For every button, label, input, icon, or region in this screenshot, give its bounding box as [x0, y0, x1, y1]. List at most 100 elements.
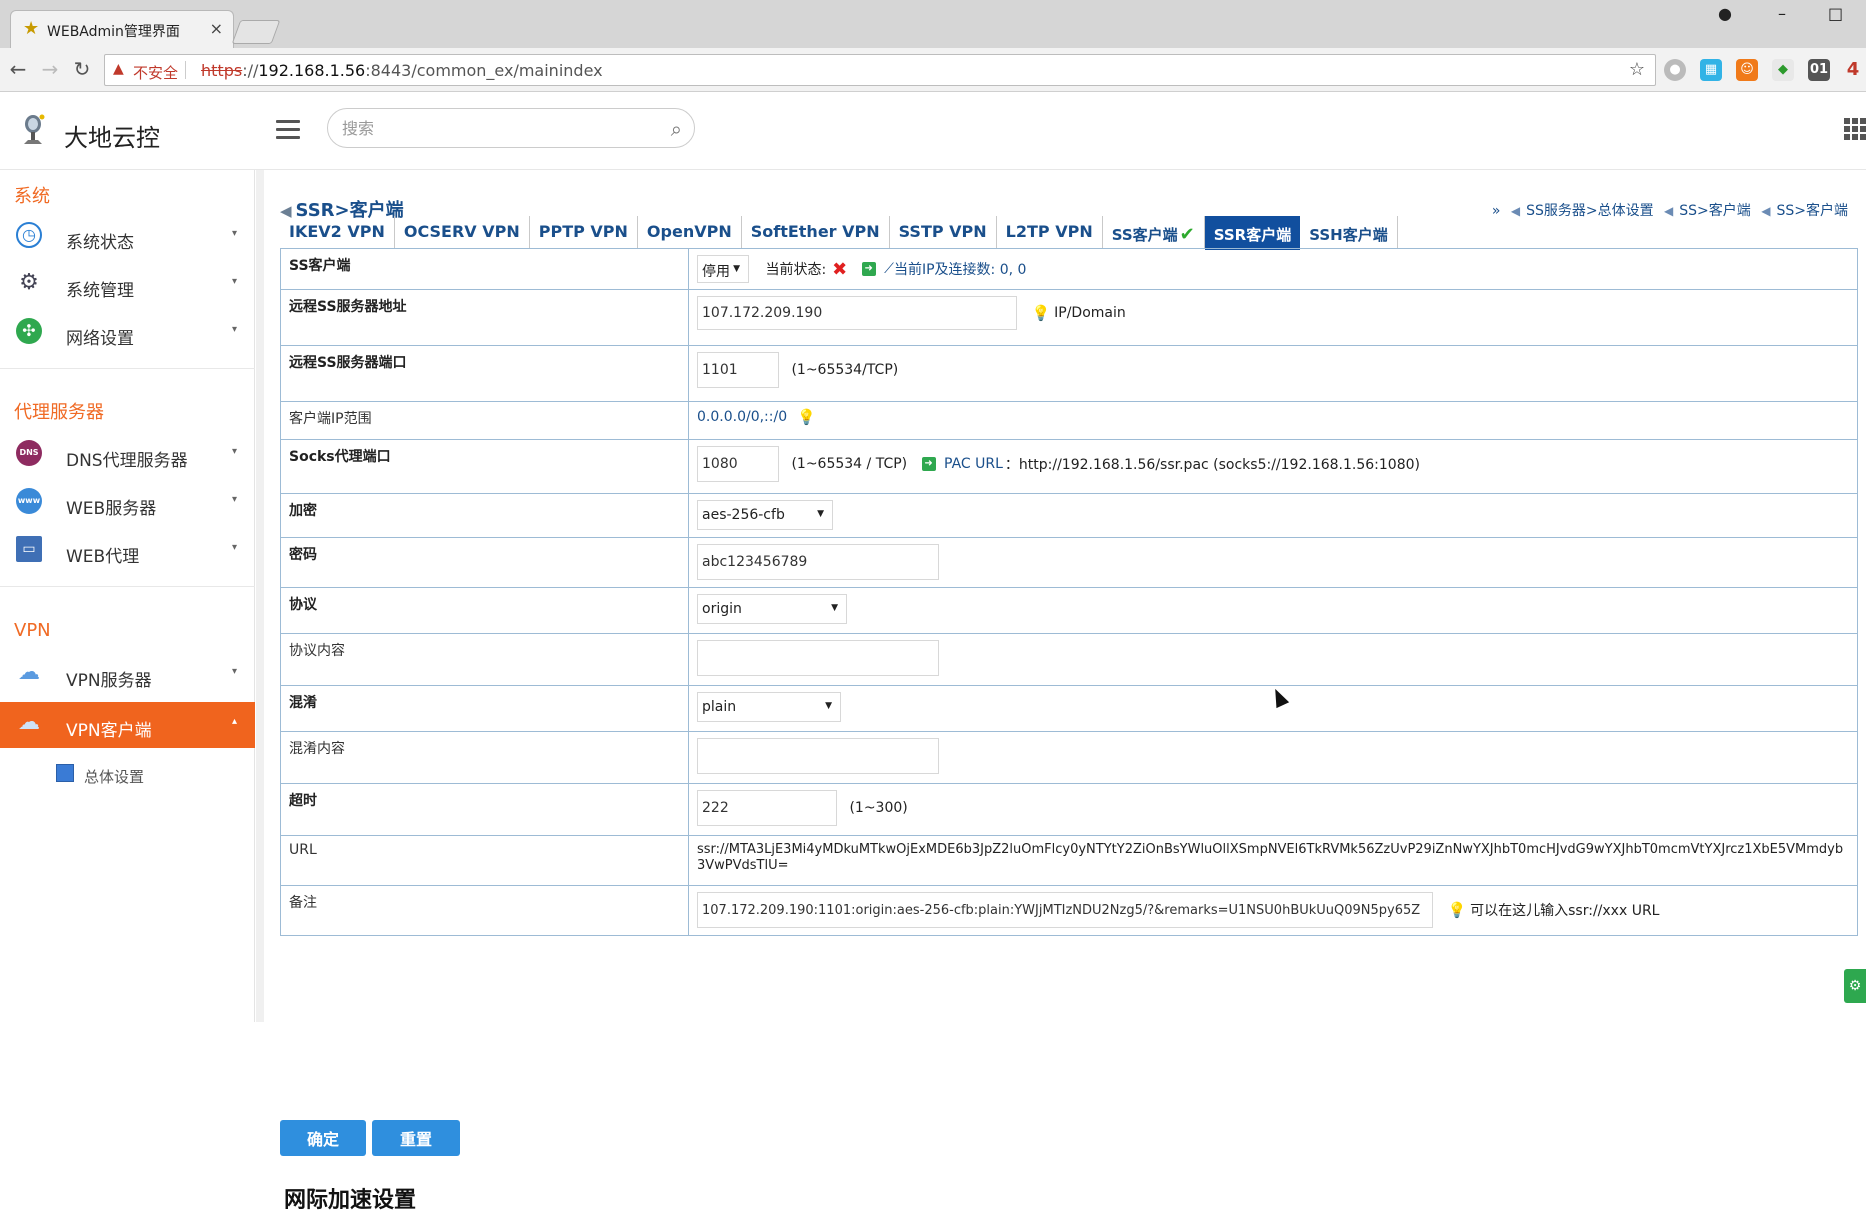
url-text[interactable]: https://192.168.1.56:8443/common_ex/main… [201, 61, 603, 80]
sidebar-item-system-status[interactable]: ◷ 系统状态 ▾ [0, 214, 255, 260]
timeout-input[interactable] [697, 790, 837, 826]
sidebar-section-system: 系统 [14, 186, 50, 207]
pac-url-link[interactable]: PAC URL [944, 456, 1003, 472]
tab-pptp[interactable]: PPTP VPN [530, 216, 638, 248]
settings-gear-icon[interactable]: ⚙ [1844, 969, 1866, 1003]
field-value-cell: (1~300) [688, 783, 1858, 836]
form-row-url: URL ssr://MTA3LjE3Mi4yMDkuMTkwOjExMDE6b3… [280, 835, 1858, 886]
field-value-cell [688, 537, 1858, 588]
dropdown-arrow-icon: ▼ [817, 509, 824, 519]
tab-close-icon[interactable]: × [210, 19, 223, 38]
new-tab-button[interactable] [231, 20, 281, 44]
extension-circle-icon[interactable]: ● [1664, 59, 1686, 81]
tab-ocserv[interactable]: OCSERV VPN [395, 216, 530, 248]
sidebar-item-label: 网络设置 [66, 329, 134, 349]
sidebar-item-system-admin[interactable]: ⚙ 系统管理 ▾ [0, 262, 255, 308]
sidebar-subitem-general-settings[interactable]: 总体设置 [56, 760, 246, 790]
browser-tab[interactable]: ★ WEBAdmin管理界面 × [10, 10, 234, 48]
url-scheme: https [201, 61, 243, 80]
field-value-cell [688, 633, 1858, 686]
quicklinks: » ◀ SS服务器>总体设置 ◀ SS>客户端 ◀ SS>客户端 [1486, 200, 1848, 220]
remote-port-input[interactable] [697, 352, 779, 388]
sidebar-item-vpn-server[interactable]: ☁ VPN服务器 ▾ [0, 652, 255, 698]
dropdown-arrow-icon: ▼ [733, 264, 740, 274]
paper-plane-icon: ◀ [1510, 204, 1521, 218]
sidebar-section-proxy: 代理服务器 [14, 402, 104, 423]
profile-icon[interactable]: ● [1718, 4, 1732, 23]
ss-client-status-select[interactable]: 停用 ▼ [697, 255, 749, 283]
obfs-select[interactable]: plain ▼ [697, 692, 841, 722]
client-ip-range-link[interactable]: 0.0.0.0/0,::/0 [697, 409, 787, 425]
quicklink-ss-client-2[interactable]: SS>客户端 [1776, 203, 1848, 219]
field-value-cell: 💡IP/Domain [688, 289, 1858, 346]
password-input[interactable] [697, 544, 939, 580]
app-header: 大地云控 ⌕ [0, 92, 1866, 170]
tab-ikev2[interactable]: IKEV2 VPN [280, 216, 395, 248]
tab-softether[interactable]: SoftEther VPN [742, 216, 890, 248]
extension-binary-icon[interactable]: 01 [1808, 59, 1830, 81]
chevron-down-icon: ▾ [231, 324, 237, 335]
tab-openvpn[interactable]: OpenVPN [638, 216, 742, 248]
select-value: 停用 [702, 264, 730, 280]
green-arrow-icon[interactable]: ➜ [921, 457, 936, 471]
green-arrow-icon[interactable]: ➜ [861, 262, 876, 276]
quicklink-ss-server[interactable]: SS服务器>总体设置 [1526, 203, 1654, 219]
tab-ss-client-label: SS客户端 [1111, 226, 1178, 244]
lightbulb-icon: 💡 [797, 408, 816, 426]
field-label: 加密 [280, 493, 689, 538]
satellite-logo-icon [24, 114, 45, 144]
maximize-icon[interactable]: □ [1828, 4, 1843, 23]
insecure-label[interactable]: 不安全 [133, 62, 178, 83]
confirm-button[interactable]: 确定 [280, 1120, 366, 1156]
paper-plane-icon: ◀ [1761, 204, 1771, 218]
tab-ssh-client[interactable]: SSH客户端 [1300, 216, 1398, 248]
extension-diamond-icon[interactable]: ◆ [1772, 59, 1794, 81]
remote-address-input[interactable] [697, 296, 1017, 330]
reload-icon[interactable]: ↻ [70, 57, 94, 81]
pac-url-value: ：http://192.168.1.56/ssr.pac (socks5://1… [1004, 457, 1420, 473]
sidebar-item-vpn-client[interactable]: ☁ VPN客户端 ▴ [0, 702, 255, 748]
form-row-obfs: 混淆 plain ▼ [280, 685, 1858, 732]
extension-four-icon[interactable]: 4 [1842, 59, 1864, 81]
form-row-remark: 备注 💡可以在这儿输入ssr://xxx URL [280, 885, 1858, 936]
tab-ssr-client[interactable]: SSR客户端 [1204, 216, 1301, 250]
reset-button[interactable]: 重置 [372, 1120, 460, 1156]
main-content: ◀ SSR>客户端 » ◀ SS服务器>总体设置 ◀ SS>客户端 ◀ SS>客户端 I… [256, 170, 1866, 1213]
form-row-remote-port: 远程SS服务器端口 (1~65534/TCP) [280, 345, 1858, 402]
apps-grid-icon[interactable] [1844, 118, 1866, 140]
chevron-up-icon: ▴ [231, 716, 237, 727]
current-state-label: 当前状态: [765, 262, 827, 278]
sidebar-item-web-server[interactable]: www WEB服务器 ▾ [0, 480, 255, 526]
protocol-param-input[interactable] [697, 640, 939, 676]
ip-connections-link[interactable]: 当前IP及连接数: 0, 0 [894, 262, 1026, 278]
form-row-encryption: 加密 aes-256-cfb ▼ [280, 493, 1858, 538]
search-input[interactable] [342, 117, 642, 139]
encryption-select[interactable]: aes-256-cfb ▼ [697, 500, 833, 530]
tab-sstp[interactable]: SSTP VPN [890, 216, 997, 248]
minimize-icon[interactable]: – [1778, 4, 1786, 23]
bookmark-star-icon[interactable]: ☆ [1629, 59, 1645, 80]
tab-ss-client[interactable]: SS客户端 ✔ [1103, 216, 1205, 248]
search-icon[interactable]: ⌕ [671, 117, 682, 141]
browser-tab-title: WEBAdmin管理界面 [47, 24, 180, 40]
select-value: origin [702, 601, 742, 617]
obfs-param-input[interactable] [697, 738, 939, 774]
remark-input[interactable] [697, 892, 1433, 928]
quicklink-ss-client[interactable]: SS>客户端 [1679, 203, 1751, 219]
back-arrow-icon[interactable]: ← [6, 57, 30, 81]
protocol-select[interactable]: origin ▼ [697, 594, 847, 624]
tab-l2tp[interactable]: L2TP VPN [997, 216, 1103, 248]
field-label: 协议 [280, 587, 689, 634]
menu-toggle-icon[interactable] [276, 120, 300, 144]
field-value-cell: ssr://MTA3LjE3Mi4yMDkuMTkwOjExMDE6b3JpZ2… [688, 835, 1858, 886]
extension-face-icon[interactable]: ☺ [1736, 59, 1758, 81]
sidebar-item-dns-proxy[interactable]: DNS DNS代理服务器 ▾ [0, 432, 255, 478]
sidebar-item-network-settings[interactable]: ✣ 网络设置 ▾ [0, 310, 255, 356]
address-bar[interactable]: ▲ 不安全 https://192.168.1.56:8443/common_e… [104, 54, 1656, 86]
sidebar-item-web-proxy[interactable]: ▭ WEB代理 ▾ [0, 528, 255, 574]
warning-icon: ▲ [113, 61, 124, 77]
socks-port-input[interactable] [697, 446, 779, 482]
field-label: 超时 [280, 783, 689, 836]
forward-arrow-icon[interactable]: → [38, 57, 62, 81]
extension-grid-icon[interactable]: ▦ [1700, 59, 1722, 81]
